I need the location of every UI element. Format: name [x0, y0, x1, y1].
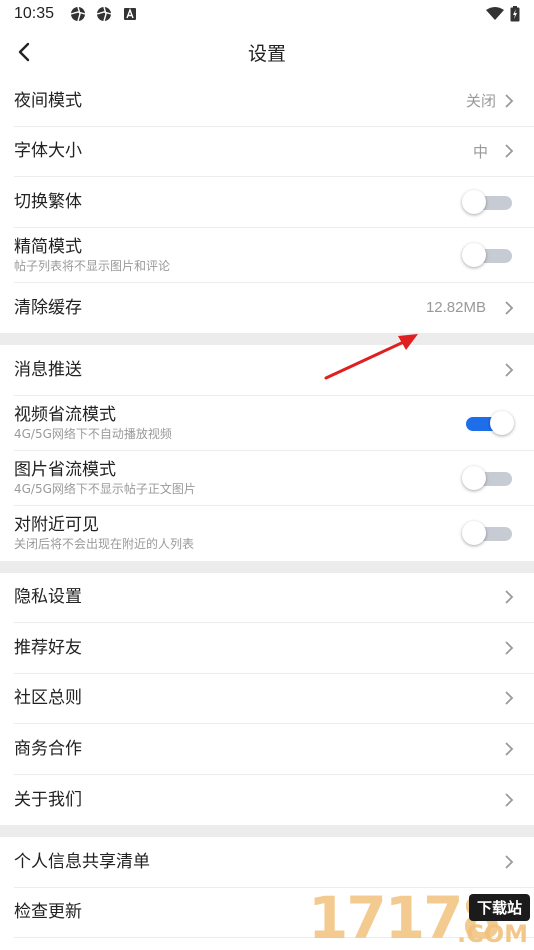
setting-label: 夜间模式 — [14, 90, 82, 111]
chevron-right-icon — [505, 855, 514, 869]
chevron-right-icon — [505, 363, 514, 377]
setting-video-data-saver: 视频省流模式 4G/5G网络下不自动播放视频 — [14, 396, 534, 451]
nav-header: 设置 — [0, 28, 534, 76]
setting-label: 对附近可见 — [14, 515, 99, 535]
chevron-right-icon — [505, 691, 514, 705]
section-divider — [0, 333, 534, 345]
setting-font-size[interactable]: 字体大小 中 — [14, 127, 534, 177]
aperture-icon — [70, 6, 86, 22]
chevron-left-icon — [18, 42, 30, 62]
image-data-saver-toggle[interactable] — [462, 465, 514, 491]
visible-nearby-toggle[interactable] — [462, 520, 514, 546]
settings-section-network: 消息推送 视频省流模式 4G/5G网络下不自动播放视频 图片省流模式 4G/5G… — [0, 345, 534, 561]
setting-night-mode[interactable]: 夜间模式 关闭 — [14, 76, 534, 127]
setting-label: 图片省流模式 — [14, 459, 116, 480]
settings-section-about: 隐私设置 推荐好友 社区总则 商务合作 关于我们 — [0, 572, 534, 826]
chevron-right-icon — [505, 590, 514, 604]
setting-recommend-friends[interactable]: 推荐好友 — [14, 623, 534, 674]
setting-label: 个人信息共享清单 — [14, 851, 150, 872]
setting-simple-mode: 精简模式 帖子列表将不显示图片和评论 — [14, 228, 534, 283]
video-data-saver-toggle[interactable] — [462, 410, 514, 436]
section-divider — [0, 825, 534, 837]
setting-community-rules[interactable]: 社区总则 — [14, 674, 534, 724]
setting-label: 精简模式 — [14, 236, 82, 257]
setting-value: 中 — [472, 143, 488, 161]
chevron-right-icon — [505, 641, 514, 655]
setting-privacy[interactable]: 隐私设置 — [14, 573, 534, 623]
setting-description: 帖子列表将不显示图片和评论 — [14, 258, 171, 273]
setting-label: 消息推送 — [14, 359, 82, 380]
setting-description: 4G/5G网络下不自动播放视频 — [14, 426, 172, 441]
setting-label: 检查更新 — [14, 902, 82, 923]
back-button[interactable] — [10, 38, 38, 66]
page-title: 设置 — [247, 42, 286, 65]
setting-label: 推荐好友 — [14, 637, 82, 658]
status-time: 10:35 — [14, 5, 55, 22]
aperture-icon — [96, 6, 112, 22]
setting-label: 社区总则 — [14, 688, 82, 709]
watermark-badge: 下载站 — [468, 894, 530, 921]
setting-traditional-chinese: 切换繁体 — [14, 177, 534, 228]
watermark-domain: .COM — [456, 920, 528, 948]
battery-icon — [510, 6, 520, 22]
setting-value: 关闭 — [465, 93, 496, 111]
setting-description: 关闭后将不会出现在附近的人列表 — [14, 537, 195, 551]
chevron-right-icon — [505, 793, 514, 807]
setting-business[interactable]: 商务合作 — [14, 724, 534, 775]
setting-image-data-saver: 图片省流模式 4G/5G网络下不显示帖子正文图片 — [14, 451, 534, 506]
setting-description: 4G/5G网络下不显示帖子正文图片 — [14, 481, 196, 496]
setting-label: 切换繁体 — [14, 191, 82, 212]
chevron-right-icon — [505, 144, 514, 158]
simple-mode-toggle[interactable] — [462, 242, 514, 268]
chevron-right-icon — [505, 94, 514, 108]
setting-label: 字体大小 — [14, 141, 82, 162]
setting-push-notifications[interactable]: 消息推送 — [14, 345, 534, 396]
setting-label: 关于我们 — [14, 789, 82, 810]
traditional-chinese-toggle[interactable] — [462, 189, 514, 215]
cache-size-value: 12.82MB — [425, 299, 486, 317]
setting-label: 清除缓存 — [14, 297, 82, 318]
section-divider — [0, 560, 534, 573]
chevron-right-icon — [505, 301, 514, 315]
setting-clear-cache[interactable]: 清除缓存 12.82MB — [14, 283, 534, 334]
status-bar: 10:35 — [0, 0, 534, 28]
setting-label: 商务合作 — [14, 738, 82, 759]
app-notification-icon — [124, 8, 137, 20]
setting-about-us[interactable]: 关于我们 — [14, 775, 534, 826]
setting-label: 视频省流模式 — [14, 404, 116, 425]
chevron-right-icon — [505, 742, 514, 756]
watermark-logo: 17178 下载站 .COM — [308, 880, 534, 950]
wifi-icon — [486, 7, 504, 20]
setting-label: 隐私设置 — [14, 587, 82, 608]
settings-section-display: 夜间模式 关闭 字体大小 中 切换繁体 精简模式 帖子列表将不显示图片和评论 清… — [0, 76, 534, 333]
setting-visible-nearby: 对附近可见 关闭后将不会出现在附近的人列表 — [14, 506, 534, 561]
